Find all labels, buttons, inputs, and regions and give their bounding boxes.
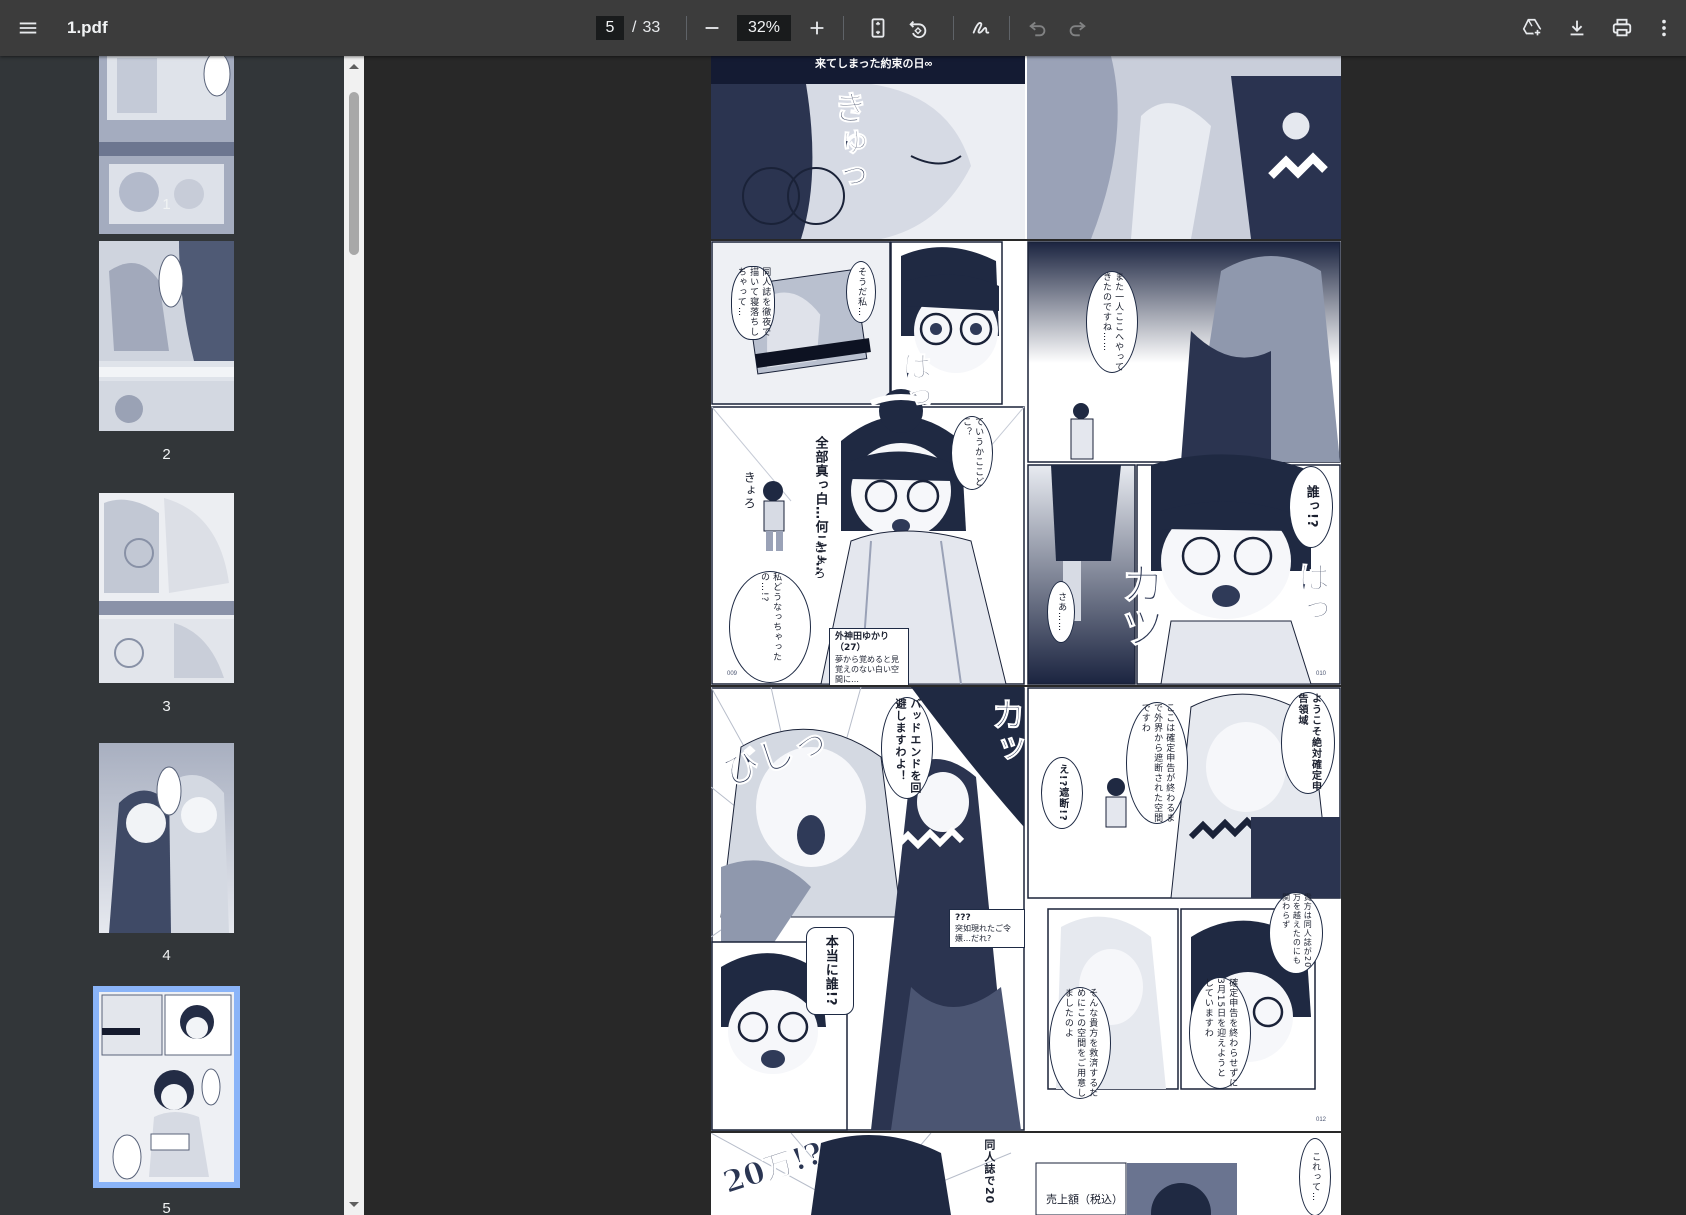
toolbar-divider <box>953 16 954 40</box>
pdf-page-5: 同人誌を徹夜で描いて寝落ちしちゃって… そうだ私… はっ ていうかここどこ？ 全… <box>711 241 1341 685</box>
annotate-icon[interactable] <box>963 10 999 46</box>
page-number: 010 <box>1316 671 1327 677</box>
thumbnail-label: 4 <box>162 947 171 964</box>
sidebar-scrollbar[interactable] <box>344 56 364 1215</box>
bubble-text: 確定申告を終わらせずに3月15日を迎えようとしていますわ <box>1202 978 1238 1088</box>
fit-page-icon[interactable] <box>860 10 896 46</box>
speech-bubble: そうだ私… <box>846 261 876 323</box>
thumbnail-page-2[interactable] <box>99 241 234 431</box>
bubble-text: バッドエンドを回避しますわよ！ <box>894 698 922 794</box>
pdf-page-6: バッドエンドを回避しますわよ！ びしっ カッ ??? 突如現れたご令嬢…だれ? … <box>711 687 1341 1131</box>
speech-bubble: そんな貴方を救済するためにこの空間をご用意しましたのよ <box>1049 987 1111 1099</box>
bubble-text: そうだ私… <box>856 267 867 317</box>
page4-caption: 来てしまった約束の日∞ <box>815 58 933 70</box>
bubble-text: 私どうなっちゃったの…!? <box>759 572 782 662</box>
drive-add-icon[interactable] <box>1514 10 1550 46</box>
sfx-katsu: カツ <box>1113 561 1165 650</box>
thumbnail-page-3[interactable] <box>99 493 234 683</box>
rotate-icon[interactable] <box>900 10 936 46</box>
sales-label: 売上額（税込） <box>1046 1193 1123 1206</box>
scrollbar-thumb[interactable] <box>349 92 359 255</box>
speech-bubble: 同人誌を徹夜で描いて寝落ちしちゃって… <box>731 266 775 340</box>
zoom-input[interactable] <box>737 15 791 41</box>
sfx-kyoro: きょろ <box>812 541 827 580</box>
thumbnail-label: 2 <box>162 446 171 463</box>
speech-bubble: さあ…… <box>1047 581 1075 643</box>
page-number: 009 <box>727 671 738 677</box>
hamburger-menu-icon[interactable] <box>10 10 46 46</box>
download-icon[interactable] <box>1559 10 1595 46</box>
bubble-text: さあ…… <box>1056 592 1067 632</box>
undo-icon[interactable] <box>1020 10 1056 46</box>
character-name-box: 外神田ゆかり（27） 夢から覚めると見覚えのない白い空間に… <box>829 628 909 685</box>
bubble-text: そんな貴方を救済するためにこの空間をご用意しましたのよ <box>1062 988 1098 1098</box>
bubble-text: 誰っ!? <box>1303 485 1319 529</box>
sfx-ha: はっ <box>1293 561 1332 626</box>
speech-bubble: ていうかここどこ？ <box>951 416 993 490</box>
sfx-ha: はっ <box>896 351 932 412</box>
sfx-kyoro: きょろ <box>742 471 757 510</box>
bubble-text: 同人誌を徹夜で描いて寝落ちしちゃって… <box>735 267 771 337</box>
speech-bubble: 誰っ!? <box>1289 466 1333 548</box>
page-separator: / <box>632 19 637 36</box>
thumbnail-label: 3 <box>162 698 171 715</box>
bubble-text: 貴方は同人誌が20万を越えたのにも関わらず <box>1281 893 1313 969</box>
document-title: 1.pdf <box>67 18 108 37</box>
thumbnail-label: 1 <box>162 196 171 213</box>
toolbar-divider <box>843 16 844 40</box>
speech-bubble: ようこそ絶対確定申告領域 <box>1281 692 1335 794</box>
character-desc: 夢から覚めると見覚えのない白い空間に… <box>835 654 899 684</box>
more-vert-icon[interactable] <box>1646 10 1682 46</box>
print-icon[interactable] <box>1604 10 1640 46</box>
speech-bubble: え!?遮断!? <box>1041 757 1083 829</box>
speech-bubble: バッドエンドを回避しますわよ！ <box>881 697 933 799</box>
bubble-text: ていうかここどこ？ <box>961 417 984 487</box>
minus-icon[interactable] <box>694 10 730 46</box>
page-number-input[interactable] <box>596 16 624 40</box>
speech-bubble: 本当に誰!? <box>806 927 854 1015</box>
thumbnail-sidebar: 1 2 3 4 5 <box>0 56 345 1215</box>
bubble-text: ここは確定申告が終わるまで外界から遮断された空間ですわ <box>1139 703 1175 823</box>
character-name: ??? <box>955 913 971 923</box>
thumbnail-label: 5 <box>162 1200 171 1215</box>
bubble-text: 本当に誰!? <box>822 935 838 1007</box>
pdf-page-4: 来てしまった約束の日∞ きゅっ <box>711 56 1341 239</box>
scroll-down-arrow-icon[interactable] <box>344 1197 364 1213</box>
speech-bubble: これって… <box>1299 1138 1331 1215</box>
bubble-text: ようこそ絶対確定申告領域 <box>1296 693 1321 792</box>
bubble-text: また一人ここへやってきたのですね…… <box>1101 272 1124 372</box>
character-name: 外神田ゆかり（27） <box>835 632 890 654</box>
speech-bubble: 貴方は同人誌が20万を越えたのにも関わらず <box>1269 892 1323 974</box>
thumbnail-page-5[interactable] <box>93 986 240 1188</box>
page4-sfx: きゅっ <box>827 90 868 193</box>
bubble-text: え!?遮断!? <box>1056 764 1068 822</box>
narration-text: 同人誌で20 <box>982 1139 996 1205</box>
toolbar-divider <box>1009 16 1010 40</box>
scroll-up-arrow-icon[interactable] <box>344 58 364 74</box>
redo-icon[interactable] <box>1059 10 1095 46</box>
pdf-page-7: 20万!? 同人誌で20 売上額（税込） これって… <box>711 1133 1341 1215</box>
page-total: 33 <box>642 19 661 36</box>
plus-icon[interactable] <box>799 10 835 46</box>
speech-bubble: 確定申告を終わらせずに3月15日を迎えようとしていますわ <box>1189 977 1251 1089</box>
toolbar-divider <box>686 16 687 40</box>
speech-bubble: 私どうなっちゃったの…!? <box>729 571 811 683</box>
character-desc: 突如現れたご令嬢…だれ? <box>955 924 1011 944</box>
sfx-ka: カッ <box>985 697 1026 766</box>
bubble-text: これって… <box>1310 1152 1321 1202</box>
page-number: 012 <box>1316 1117 1327 1123</box>
pdf-viewer-area[interactable]: 来てしまった約束の日∞ きゅっ 同人誌を徹夜で描いて寝落ちしちゃって… そうだ私… <box>364 56 1686 1215</box>
pdf-toolbar: 1.pdf / 33 <box>0 0 1686 56</box>
character-name-box: ??? 突如現れたご令嬢…だれ? <box>949 909 1025 949</box>
thumbnail-page-4[interactable] <box>99 743 234 933</box>
speech-bubble: ここは確定申告が終わるまで外界から遮断された空間ですわ <box>1126 702 1188 824</box>
speech-bubble: また一人ここへやってきたのですね…… <box>1086 271 1138 373</box>
